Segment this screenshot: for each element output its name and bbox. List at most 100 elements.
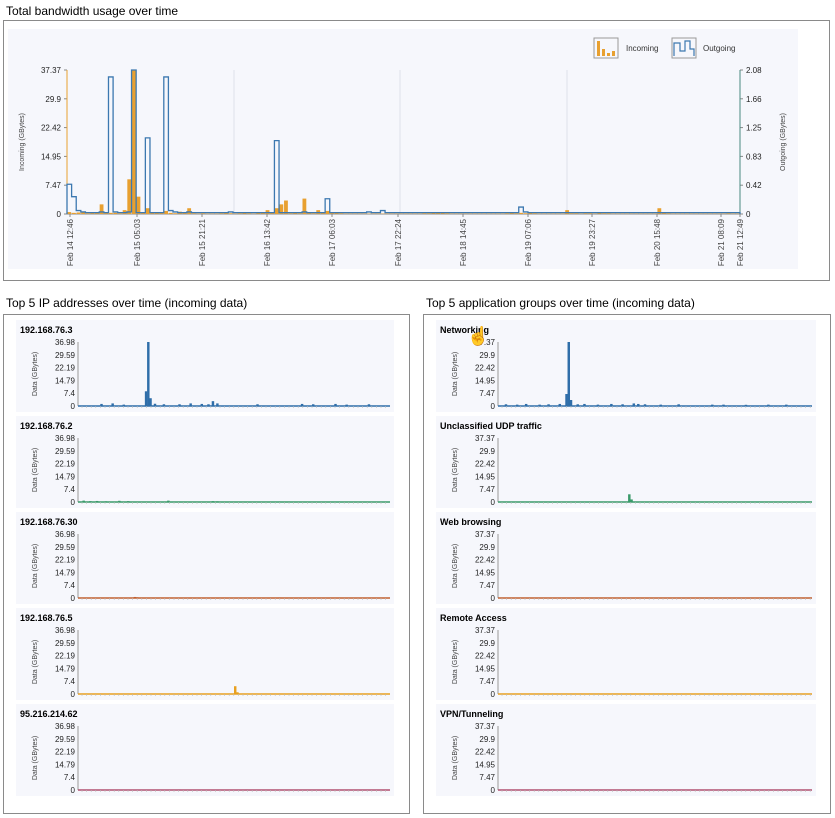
panel-ytick-label: 7.47	[479, 773, 495, 782]
panel-ylabel: Data (GBytes)	[452, 736, 459, 780]
panel-data-bar	[234, 686, 237, 694]
incoming-bar	[187, 208, 192, 214]
panel-title: 192.168.76.3	[20, 325, 73, 335]
panel-data-bar	[216, 501, 219, 502]
small-multiple-panel: 192.168.76.5 0 7.4 14.79 22.19 29.59 36.98 Data…	[16, 608, 394, 700]
panel-ytick-label: 7.4	[64, 581, 76, 590]
panel-ytick-label: 37.37	[475, 722, 496, 731]
main-chart-title: Total bandwidth usage over time	[6, 4, 179, 18]
main-y2tick-label: 2.08	[746, 66, 762, 75]
panel-ytick-label: 22.19	[55, 652, 76, 661]
panel-title: Remote Access	[440, 613, 507, 623]
panel-data-bar	[278, 597, 282, 598]
app-chart-panel: Networking 0 7.47 14.95 22.42 29.9 37.37 Data (…	[423, 314, 831, 814]
main-ytick-label: 0	[57, 210, 62, 219]
panel-ytick-label: 7.47	[479, 389, 495, 398]
panel-data-bar	[744, 404, 748, 406]
panel-data-bar	[576, 404, 579, 406]
panel-data-bar	[659, 404, 662, 406]
panel-data-bar	[558, 403, 562, 406]
panel-data-bar	[367, 404, 371, 406]
main-chart-panel: 0 7.47 14.95 22.42 29.9 37.37 0 0.42 0.83 1.25 1.6…	[3, 20, 830, 281]
panel-data-bar	[200, 403, 204, 406]
panel-title: VPN/Tunneling	[440, 709, 503, 719]
panel-data-bar	[189, 597, 192, 598]
panel-ylabel: Data (GBytes)	[32, 736, 39, 780]
incoming-bar	[113, 212, 118, 214]
main-ytick-label: 29.9	[45, 95, 61, 104]
panel-data-bar	[245, 789, 248, 790]
panel-ytick-label: 14.95	[475, 568, 496, 577]
panel-data-bar	[610, 403, 613, 406]
panel-data-bar	[345, 404, 348, 406]
panel-data-bar	[207, 404, 210, 406]
small-multiple-panel: Remote Access 0 7.47 14.95 22.42 29.9 37.37 Dat…	[436, 608, 816, 700]
incoming-bar	[274, 208, 279, 214]
incoming-bar	[666, 213, 671, 214]
main-ytick-label: 37.37	[41, 66, 62, 75]
panel-ytick-label: 0	[71, 402, 76, 411]
panel-data-bar	[162, 404, 166, 406]
panel-data-bar	[111, 403, 114, 406]
incoming-bar	[173, 213, 178, 214]
incoming-bar	[85, 213, 90, 214]
panel-data-bar	[144, 391, 148, 406]
panel-title: 192.168.76.5	[20, 613, 73, 623]
panel-data-bar	[785, 404, 788, 406]
panel-ytick-label: 36.98	[55, 626, 76, 635]
app-section-title: Top 5 application groups over time (inco…	[426, 296, 695, 310]
incoming-bar	[514, 213, 519, 214]
incoming-bar	[136, 196, 141, 214]
small-multiple-panel: Web browsing 0 7.47 14.95 22.42 29.9 37.37 Data…	[436, 512, 816, 604]
panel-ytick-label: 14.79	[55, 376, 76, 385]
panel-data-bar	[236, 692, 239, 694]
panel-data-bar	[278, 501, 282, 502]
incoming-bar	[127, 179, 132, 214]
main-xtick-label: Feb 15 05:03	[133, 218, 142, 266]
panel-data-bar	[89, 501, 92, 502]
panel-ytick-label: 0	[71, 690, 76, 699]
panel-ylabel: Data (GBytes)	[32, 352, 39, 396]
panel-ytick-label: 29.9	[479, 735, 495, 744]
panel-data-bar	[147, 342, 150, 406]
panel-ytick-label: 22.42	[475, 556, 496, 565]
panel-data-bar	[643, 404, 647, 406]
panel-ytick-label: 7.4	[64, 773, 76, 782]
ip-chart-panel: 192.168.76.3 0 7.4 14.79 22.19 29.59 36.98 Data…	[3, 314, 410, 814]
main-ytick-label: 22.42	[41, 124, 62, 133]
panel-data-bar	[100, 403, 103, 406]
panel-ytick-label: 0	[491, 690, 496, 699]
panel-ytick-label: 22.19	[55, 364, 76, 373]
small-multiple-panel: VPN/Tunneling 0 7.47 14.95 22.42 29.9 37.37 Dat…	[436, 704, 816, 796]
main-plot-background	[8, 29, 798, 269]
panel-data-bar	[122, 404, 126, 406]
panel-ytick-label: 37.37	[475, 626, 496, 635]
panel-ylabel: Data (GBytes)	[32, 640, 39, 684]
incoming-legend-bar	[602, 49, 605, 56]
main-y2tick-label: 0.83	[746, 152, 762, 161]
main-xtick-label: Feb 19 07:06	[524, 218, 533, 266]
panel-ytick-label: 7.4	[64, 677, 76, 686]
panel-data-bar	[118, 500, 121, 502]
panel-data-bar	[538, 404, 541, 406]
incoming-bar	[297, 213, 302, 214]
panel-title: Unclassified UDP traffic	[440, 421, 542, 431]
main-y2tick-label: 1.25	[746, 124, 762, 133]
panel-data-bar	[621, 404, 624, 406]
panel-data-bar	[569, 400, 573, 406]
panel-data-bar	[524, 403, 528, 406]
incoming-bar	[426, 213, 431, 214]
incoming-bar	[219, 213, 224, 214]
incoming-bar	[339, 213, 344, 214]
incoming-bar	[422, 213, 427, 214]
main-xtick-label: Feb 19 23:27	[588, 218, 597, 266]
panel-data-bar	[211, 501, 215, 502]
panel-ytick-label: 14.95	[475, 376, 496, 385]
incoming-bar	[606, 213, 611, 214]
panel-data-bar	[596, 404, 600, 406]
panel-data-bar	[637, 403, 640, 406]
main-xtick-label: Feb 21 08:09	[717, 218, 726, 266]
incoming-bar	[228, 213, 233, 214]
incoming-bar	[76, 212, 81, 214]
panel-ytick-label: 29.59	[55, 735, 76, 744]
